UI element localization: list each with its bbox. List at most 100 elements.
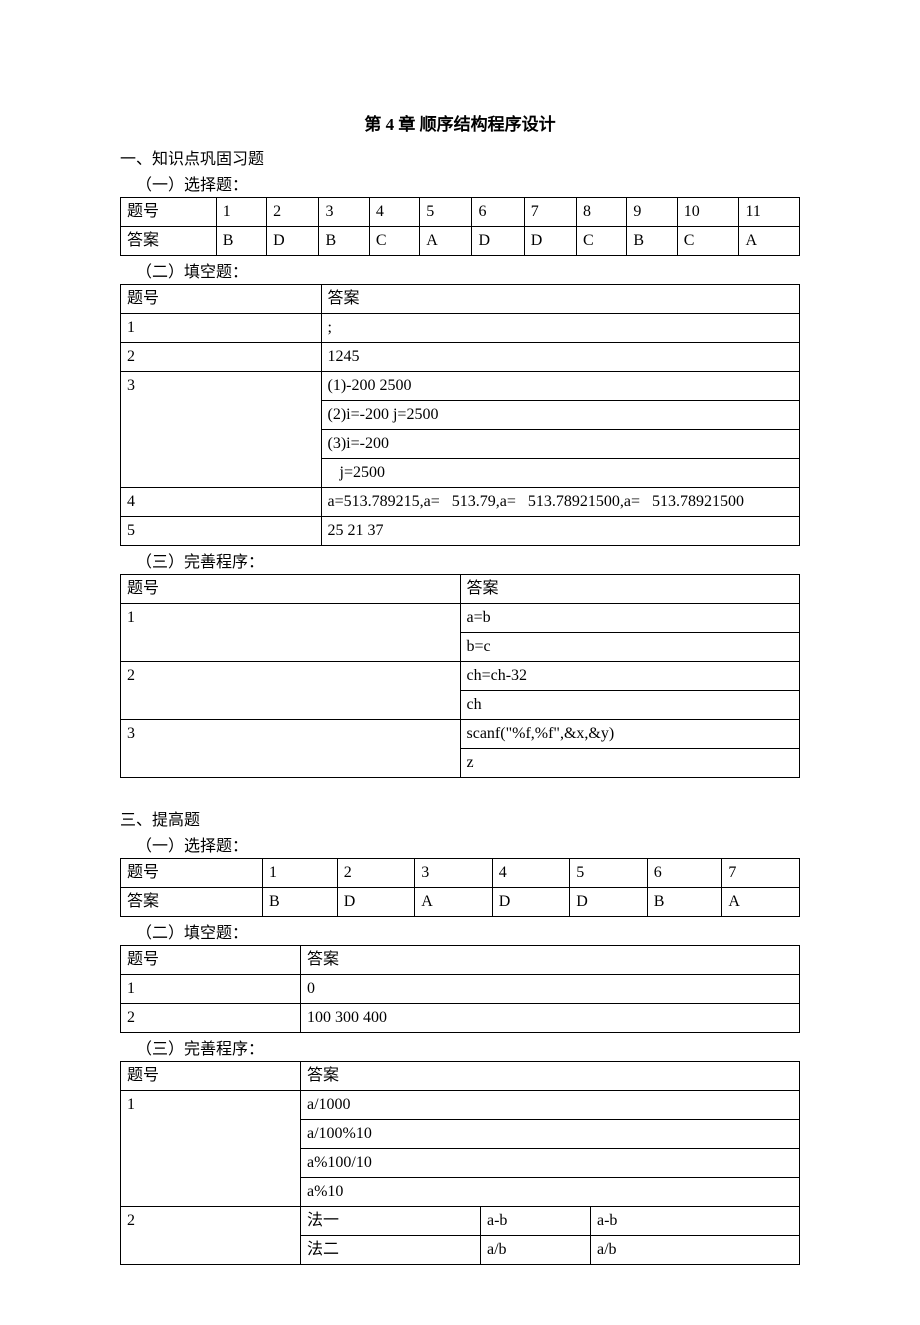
table-row: 题号 1 2 3 4 5 6 7 8 9 10 11 [121,198,800,227]
table-row: 21245 [121,343,800,372]
table-row: 答案 B D A D D B A [121,888,800,917]
cell: 4 [492,859,570,888]
table-row: 3(1)-200 2500 [121,372,800,401]
cell: D [267,227,319,256]
col-header: 答案 [301,946,800,975]
s3-sub1-heading: （一）选择题： [120,832,800,856]
method-label: 法二 [301,1236,481,1265]
cell: B [216,227,266,256]
col-header: 答案 [460,575,800,604]
cell: D [524,227,576,256]
s3-fill-table: 题号 答案 102100 300 400 [120,945,800,1033]
method-label: 法一 [301,1207,481,1236]
cell: 9 [627,198,677,227]
col-header: 答案 [301,1062,800,1091]
table-row: 10 [121,975,800,1004]
row-label: 答案 [121,888,263,917]
section1-heading: 一、知识点巩固习题 [120,145,800,169]
cell: A [722,888,800,917]
question-number: 1 [121,604,461,662]
s3-complete-table: 题号 答案 1a/1000a/100%10a%100/10a%102法一a-ba… [120,1061,800,1265]
table-row: 题号 答案 [121,1062,800,1091]
table-row: 题号 答案 [121,575,800,604]
answer-cell: a=b [460,604,800,633]
answer-cell: (1)-200 2500 [321,372,799,401]
cell: D [337,888,415,917]
page-title: 第 4 章 顺序结构程序设计 [120,110,800,135]
answer-cell: 100 300 400 [301,1004,800,1033]
table-row: 2ch=ch-32 [121,662,800,691]
row-label: 题号 [121,198,217,227]
cell: 6 [647,859,722,888]
table-row: 1a/1000 [121,1091,800,1120]
row-label: 答案 [121,227,217,256]
cell: B [319,227,369,256]
answer-cell: ch=ch-32 [460,662,800,691]
table-row: 答案 B D B C A D D C B C A [121,227,800,256]
s3-sub2-heading: （二）填空题： [120,919,800,943]
cell: 10 [677,198,739,227]
cell: 7 [524,198,576,227]
row-label: 题号 [121,859,263,888]
answer-cell: ch [460,691,800,720]
table-row: 525 21 37 [121,517,800,546]
answer-cell: z [460,749,800,778]
cell: B [627,227,677,256]
table-row: 1; [121,314,800,343]
answer-cell: a%10 [301,1178,800,1207]
cell: C [677,227,739,256]
answer-cell: a/1000 [301,1091,800,1120]
answer-cell: a/b [591,1236,800,1265]
table-row: 2法一a-ba-b [121,1207,800,1236]
table-row: 题号 答案 [121,285,800,314]
table-row: 题号 答案 [121,946,800,975]
answer-cell: 1245 [321,343,799,372]
table-row: 3scanf("%f,%f",&x,&y) [121,720,800,749]
question-number: 2 [121,1004,301,1033]
col-header: 题号 [121,946,301,975]
question-number: 3 [121,720,461,778]
cell: 1 [263,859,338,888]
question-number: 1 [121,1091,301,1207]
cell: D [492,888,570,917]
answer-cell: a-b [591,1207,800,1236]
answer-cell: (2)i=-200 j=2500 [321,401,799,430]
cell: B [263,888,338,917]
s1-choice-table: 题号 1 2 3 4 5 6 7 8 9 10 11 答案 B D B C A … [120,197,800,256]
s1-sub2-heading: （二）填空题： [120,258,800,282]
question-number: 4 [121,488,322,517]
cell: 2 [337,859,415,888]
cell: 7 [722,859,800,888]
cell: 8 [576,198,626,227]
col-header: 题号 [121,285,322,314]
answer-cell: j=2500 [321,459,799,488]
cell: A [415,888,493,917]
s1-complete-table: 题号 答案 1a=bb=c2ch=ch-32ch3scanf("%f,%f",&… [120,574,800,778]
s1-fill-table: 题号 答案 1;212453(1)-200 2500(2)i=-200 j=25… [120,284,800,546]
cell: C [369,227,419,256]
question-number: 2 [121,1207,301,1265]
cell: 1 [216,198,266,227]
answer-cell: a=513.789215,a= 513.79,a= 513.78921500,a… [321,488,799,517]
question-number: 1 [121,975,301,1004]
cell: B [647,888,722,917]
cell: D [472,227,524,256]
cell: 2 [267,198,319,227]
answer-cell: ; [321,314,799,343]
s3-choice-table: 题号 1 2 3 4 5 6 7 答案 B D A D D B A [120,858,800,917]
question-number: 1 [121,314,322,343]
cell: 5 [570,859,648,888]
cell: 3 [319,198,369,227]
col-header: 题号 [121,575,461,604]
cell: 4 [369,198,419,227]
section3-heading: 三、提高题 [120,806,800,830]
answer-cell: b=c [460,633,800,662]
table-row: 4a=513.789215,a= 513.79,a= 513.78921500,… [121,488,800,517]
answer-cell: (3)i=-200 [321,430,799,459]
question-number: 2 [121,662,461,720]
col-header: 答案 [321,285,799,314]
question-number: 5 [121,517,322,546]
question-number: 3 [121,372,322,488]
s3-sub3-heading: （三）完善程序： [120,1035,800,1059]
question-number: 2 [121,343,322,372]
